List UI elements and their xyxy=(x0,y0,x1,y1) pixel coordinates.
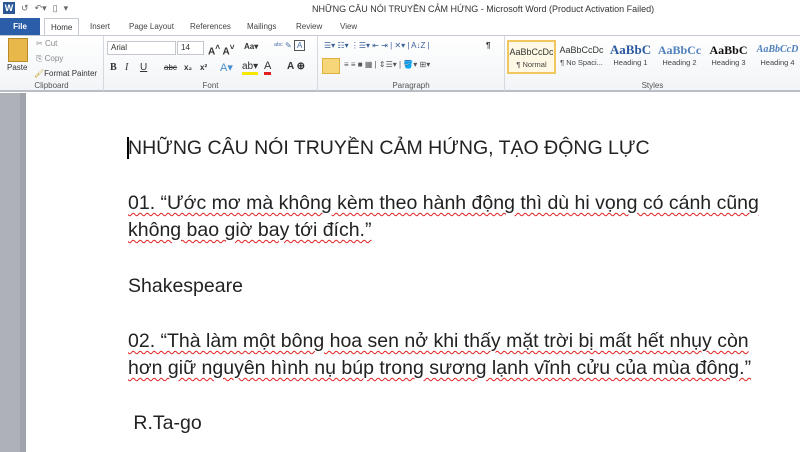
style-preview: AaBbC xyxy=(609,42,652,57)
quote-2-author[interactable]: R.Ta-go xyxy=(128,412,201,435)
grow-font-button[interactable]: A˄ A˅ xyxy=(208,42,235,57)
paste-icon[interactable] xyxy=(8,38,28,62)
word-logo-icon: W xyxy=(3,2,15,14)
styles-label: Styles xyxy=(641,81,664,90)
paragraph-group: ☰▾ ☷▾ ⋮☰▾ ⇤ ⇥ | ✕▾ | A↓Z | ¶ ≡ ≡ ■ ▦ | ⇕… xyxy=(318,36,505,91)
font-label: Font xyxy=(202,81,219,90)
quote-1-line-2[interactable]: không bao giờ bay tới đích.” xyxy=(128,219,371,242)
style-name: Heading 3 xyxy=(711,58,746,67)
clipboard-label: Clipboard xyxy=(34,81,69,90)
styles-group: AaBbCcDc ¶ Normal AaBbCcDc ¶ No Spaci... A… xyxy=(505,36,800,91)
paragraph-label: Paragraph xyxy=(392,81,430,90)
ribbon-tabs: File Home Insert Page Layout References … xyxy=(0,18,800,35)
copy-label: Copy xyxy=(44,54,64,63)
strikethrough-button[interactable]: abc xyxy=(164,63,177,72)
quote-2-line-1[interactable]: 02. “Thà làm một bông hoa sen nở khi thấ… xyxy=(128,330,749,353)
tab-review[interactable]: Review xyxy=(290,18,328,35)
style-name: ¶ No Spaci... xyxy=(560,58,603,67)
save-icon[interactable]: ↺ xyxy=(21,3,29,14)
style-no-spacing[interactable]: AaBbCcDc ¶ No Spaci... xyxy=(557,40,606,74)
tab-page-layout[interactable]: Page Layout xyxy=(123,18,180,35)
ribbon: Paste ✂ Cut ⎘ Copy 🖌Format Painter Clipb… xyxy=(0,35,800,92)
new-document-icon[interactable]: ▯ xyxy=(53,3,58,14)
alignment-icons[interactable]: ≡ ≡ ■ ▦ | ⇕☰▾ | 🪣▾ ⊞▾ xyxy=(344,60,430,69)
window-title: NHỮNG CÂU NÓI TRUYỀN CẢM HỨNG - Microsof… xyxy=(312,4,655,14)
quote-2-line-2[interactable]: hơn giữ nguyên hình nụ búp trong sương l… xyxy=(128,357,751,380)
tab-insert[interactable]: Insert xyxy=(84,18,116,35)
quote-1-line-1[interactable]: 01. “Ước mơ mà không kèm theo hành động … xyxy=(128,192,759,215)
paste-button[interactable]: Paste xyxy=(7,63,27,72)
document-title[interactable]: NHỮNG CÂU NÓI TRUYỀN CẢM HỨNG, TẠO ĐỘNG … xyxy=(128,137,650,160)
underline-button[interactable]: U xyxy=(140,62,147,73)
customize-qat-icon[interactable]: ▾ xyxy=(64,3,69,14)
style-preview: AaBbCcDc xyxy=(509,47,554,57)
brush-icon: 🖌 xyxy=(34,69,45,78)
format-painter-button[interactable]: 🖌Format Painter xyxy=(34,69,97,78)
font-group: Arial 14 A˄ A˅ Aa▾ ᵃᵇᶜ ✎ A B I U abc x₂ … xyxy=(104,36,318,91)
font-size-select[interactable]: 14 xyxy=(177,41,204,55)
style-name: Heading 1 xyxy=(613,58,648,67)
style-heading-1[interactable]: AaBbC Heading 1 xyxy=(606,40,655,74)
char-shading-icon[interactable]: A ⊕ xyxy=(287,61,305,72)
left-margin-gutter xyxy=(0,93,26,452)
clipboard-group: Paste ✂ Cut ⎘ Copy 🖌Format Painter Clipb… xyxy=(0,36,104,91)
style-preview: AaBbC xyxy=(709,43,748,57)
format-painter-label: Format Painter xyxy=(44,69,98,78)
copy-button[interactable]: ⎘ Copy xyxy=(36,54,63,64)
undo-icon[interactable]: ↶▾ xyxy=(35,3,47,14)
change-case-button[interactable]: Aa▾ xyxy=(244,42,258,51)
style-heading-4[interactable]: AaBbCcD Heading 4 xyxy=(753,40,800,74)
quote-1-author[interactable]: Shakespeare xyxy=(128,275,243,298)
italic-button[interactable]: I xyxy=(125,62,128,73)
font-color-icon[interactable]: A xyxy=(264,60,272,75)
style-name: ¶ Normal xyxy=(516,60,547,69)
style-preview: AaBbCcD xyxy=(756,44,799,55)
style-heading-3[interactable]: AaBbC Heading 3 xyxy=(704,40,753,74)
style-heading-2[interactable]: AaBbCc Heading 2 xyxy=(655,40,704,74)
align-left-button[interactable] xyxy=(322,58,340,74)
font-name-select[interactable]: Arial xyxy=(107,41,176,55)
style-preview: AaBbCcDc xyxy=(559,45,604,55)
clear-formatting-icon[interactable]: ᵃᵇᶜ ✎ A xyxy=(274,40,306,51)
superscript-button[interactable]: x² xyxy=(200,63,207,72)
bullets-icon[interactable]: ☰▾ ☷▾ ⋮☰▾ ⇤ ⇥ | ✕▾ | A↓Z | xyxy=(324,41,430,50)
tab-view[interactable]: View xyxy=(334,18,363,35)
title-bar: W ↺ ↶▾ ▯ ▾ NHỮNG CÂU NÓI TRUYỀN CẢM HỨNG… xyxy=(0,0,800,18)
tab-home[interactable]: Home xyxy=(44,18,80,35)
style-name: Heading 4 xyxy=(760,58,795,67)
highlight-icon[interactable]: ab▾ xyxy=(242,61,259,75)
tab-mailings[interactable]: Mailings xyxy=(241,18,282,35)
subscript-button[interactable]: x₂ xyxy=(184,63,192,72)
show-formatting-button[interactable]: ¶ xyxy=(486,41,490,50)
quick-access-toolbar: W ↺ ↶▾ ▯ ▾ xyxy=(3,2,68,14)
text-effects-icon[interactable]: A▾ xyxy=(220,61,233,74)
style-preview: AaBbCc xyxy=(657,43,702,57)
cut-button[interactable]: ✂ Cut xyxy=(36,39,57,48)
style-normal[interactable]: AaBbCcDc ¶ Normal xyxy=(507,40,556,74)
cut-label: Cut xyxy=(44,39,58,48)
tab-file[interactable]: File xyxy=(0,18,40,35)
bold-button[interactable]: B xyxy=(110,62,117,73)
style-name: Heading 2 xyxy=(662,58,697,67)
tab-references[interactable]: References xyxy=(184,18,237,35)
